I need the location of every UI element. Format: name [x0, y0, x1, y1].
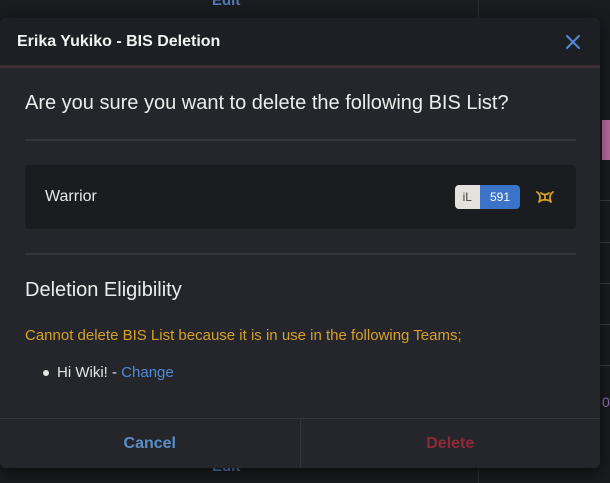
delete-button[interactable]: Delete [301, 419, 601, 468]
item-level-value: 591 [479, 185, 520, 209]
cancel-button[interactable]: Cancel [0, 419, 301, 468]
background-divider [600, 242, 610, 243]
item-level-tag: iL 591 [454, 185, 520, 209]
eligibility-warning: Cannot delete BIS List because it is in … [25, 327, 462, 344]
item-level-label: iL [454, 185, 480, 209]
background-edit-link: Edit [212, 0, 241, 9]
divider [25, 253, 576, 255]
dialog-body: Are you sure you want to delete the foll… [0, 92, 600, 381]
background-divider [600, 365, 610, 366]
background-divider [600, 324, 610, 325]
team-list: Hi Wiki! - Change [25, 364, 576, 381]
eligibility-heading: Deletion Eligibility [25, 279, 182, 301]
background-color-chip [602, 120, 610, 160]
team-name: Hi Wiki! [57, 364, 108, 381]
bis-job-name: Warrior [45, 188, 97, 205]
close-button[interactable] [563, 32, 583, 52]
bullet-icon [43, 369, 49, 376]
dialog-footer: Cancel Delete [0, 418, 600, 468]
background-divider [600, 283, 610, 284]
list-item: Hi Wiki! - Change [43, 364, 576, 381]
change-team-link[interactable]: Change [121, 364, 174, 381]
background-divider [600, 200, 610, 201]
confirmation-question: Are you sure you want to delete the foll… [25, 92, 509, 114]
warrior-job-icon [534, 186, 556, 208]
team-separator: - [107, 364, 122, 381]
dialog-title: Erika Yukiko - BIS Deletion [17, 32, 221, 50]
bis-meta: iL 591 [454, 185, 556, 209]
bis-deletion-dialog: Erika Yukiko - BIS Deletion Are you sure… [0, 18, 600, 468]
divider [25, 139, 576, 141]
bis-list-card: Warrior iL 591 [25, 165, 576, 229]
dialog-header: Erika Yukiko - BIS Deletion [0, 18, 600, 68]
background-value: 0 [602, 394, 610, 410]
close-icon [566, 34, 580, 49]
